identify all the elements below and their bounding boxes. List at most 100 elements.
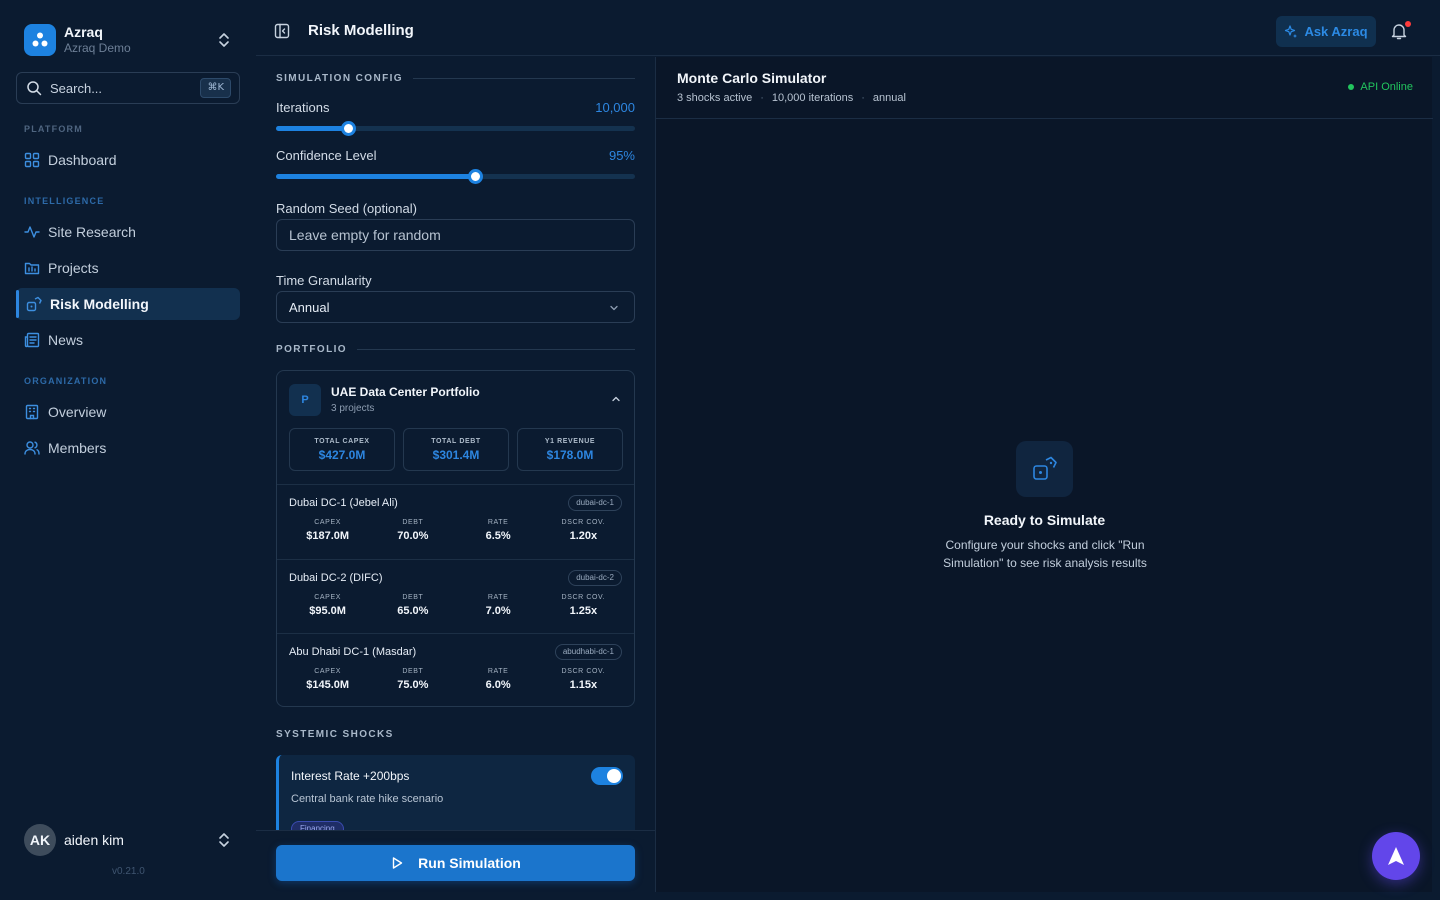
- simulator-title: Monte Carlo Simulator: [677, 70, 827, 86]
- api-status: API Online: [1348, 81, 1413, 93]
- newspaper-icon: [24, 332, 40, 348]
- ask-azraq-label: Ask Azraq: [1304, 24, 1368, 39]
- sidebar-item-overview[interactable]: Overview: [16, 396, 240, 428]
- org-subtitle: Azraq Demo: [64, 41, 131, 55]
- debt-value: 65.0%: [397, 605, 429, 617]
- dice-icon: [26, 296, 42, 312]
- sidebar-item-label: Members: [48, 440, 107, 456]
- chevron-up-icon[interactable]: [610, 393, 622, 405]
- sidebar-item-site-research[interactable]: Site Research: [16, 216, 240, 248]
- confidence-label: Confidence Level: [276, 148, 377, 163]
- simulator-header: Monte Carlo Simulator 3 shocks active · …: [656, 57, 1433, 119]
- project-row[interactable]: Dubai DC-2 (DIFC) dubai-dc-2 CAPEX $95.0M…: [277, 559, 634, 633]
- stat-value: $178.0M: [546, 447, 594, 462]
- shock-toggle[interactable]: [591, 767, 623, 785]
- project-stats: CAPEX $145.0M DEBT 75.0% RATE 6.0% DSCR COV…: [285, 668, 626, 691]
- simulator-panel: Monte Carlo Simulator 3 shocks active · …: [655, 57, 1433, 892]
- rate-value: 6.5%: [485, 530, 511, 542]
- project-name: Dubai DC-2 (DIFC): [289, 572, 383, 584]
- seed-input[interactable]: [289, 227, 589, 243]
- project-stats: CAPEX $187.0M DEBT 70.0% RATE 6.5% DSCR COV…: [285, 519, 626, 542]
- section-header-systemic-shocks: SYSTEMIC SHOCKS: [276, 729, 635, 740]
- confidence-slider[interactable]: [276, 169, 635, 184]
- rate-label: RATE: [487, 519, 509, 526]
- seed-field[interactable]: [276, 219, 635, 251]
- seed-label: Random Seed (optional): [276, 201, 417, 216]
- project-row[interactable]: Abu Dhabi DC-1 (Masdar) abudhabi-dc-1 CA…: [277, 633, 634, 706]
- slider-thumb[interactable]: [340, 121, 356, 136]
- sidebar-item-projects[interactable]: Projects: [16, 252, 240, 284]
- iterations-count: 10,000 iterations: [771, 92, 854, 104]
- sidebar-item-members[interactable]: Members: [16, 432, 240, 464]
- stat-y1-revenue: Y1 REVENUE $178.0M: [517, 428, 623, 471]
- dscr-label: DSCR COV.: [561, 519, 606, 526]
- search-input[interactable]: Search... ⌘K: [16, 72, 240, 104]
- sparkles-icon: [1285, 24, 1298, 38]
- stat-value: $301.4M: [432, 447, 480, 462]
- folder-chart-icon: [24, 262, 40, 275]
- user-menu[interactable]: AK aiden kim: [16, 822, 240, 858]
- sidebar-item-label: Dashboard: [48, 152, 117, 168]
- org-switcher[interactable]: Azraq Azraq Demo: [16, 16, 240, 64]
- shock-category-badge: Financing: [291, 821, 344, 830]
- sidebar-item-dashboard[interactable]: Dashboard: [16, 144, 240, 176]
- dice-icon: [1032, 456, 1057, 480]
- portfolio-project-count: 3 projects: [331, 403, 375, 414]
- debt-label: DEBT: [402, 594, 424, 601]
- shock-card[interactable]: Interest Rate +200bps Central bank rate …: [276, 755, 635, 830]
- capex-label: CAPEX: [314, 519, 341, 526]
- capex-value: $145.0M: [306, 679, 350, 691]
- notification-badge: [1405, 21, 1411, 27]
- project-tag: dubai-dc-2: [568, 570, 622, 586]
- granularity-select[interactable]: Annual: [276, 291, 635, 323]
- dscr-label: DSCR COV.: [561, 594, 606, 601]
- capex-value: $187.0M: [306, 530, 350, 542]
- play-icon: [392, 857, 403, 869]
- org-name: Azraq: [64, 24, 103, 40]
- nav-section-organization: ORGANIZATION: [24, 376, 108, 386]
- building-icon: [25, 404, 39, 420]
- sidebar-item-risk-modelling[interactable]: Risk Modelling: [16, 288, 240, 320]
- sidebar-item-news[interactable]: News: [16, 324, 240, 356]
- assistant-fab-button[interactable]: [1372, 832, 1420, 880]
- user-name: aiden kim: [64, 832, 124, 848]
- debt-value: 70.0%: [397, 530, 429, 542]
- ask-azraq-button[interactable]: Ask Azraq: [1276, 16, 1376, 47]
- section-title: PORTFOLIO: [276, 344, 347, 355]
- project-stats: CAPEX $95.0M DEBT 65.0% RATE 7.0% DSCR COV.…: [285, 594, 626, 617]
- stat-value: $427.0M: [318, 447, 366, 462]
- debt-label: DEBT: [402, 668, 424, 675]
- project-tag: abudhabi-dc-1: [554, 644, 622, 660]
- slider-thumb[interactable]: [467, 169, 483, 184]
- shock-description: Central bank rate hike scenario: [291, 793, 444, 805]
- separator: ·: [861, 92, 865, 104]
- slider-fill: [276, 126, 348, 131]
- empty-state-icon: [1016, 441, 1073, 497]
- shock-title: Interest Rate +200bps: [291, 769, 410, 783]
- stat-label: TOTAL DEBT: [431, 437, 481, 445]
- dscr-value: 1.20x: [569, 530, 598, 542]
- iterations-slider[interactable]: [276, 121, 635, 136]
- dscr-label: DSCR COV.: [561, 668, 606, 675]
- capex-label: CAPEX: [314, 668, 341, 675]
- portfolio-avatar: P: [289, 384, 321, 416]
- azraq-logo-icon: [24, 24, 56, 56]
- run-simulation-button[interactable]: Run Simulation: [276, 845, 635, 881]
- rate-value: 6.0%: [485, 679, 511, 691]
- chevron-up-down-icon: [219, 33, 229, 47]
- run-bar: Run Simulation: [256, 830, 655, 900]
- rate-value: 7.0%: [485, 605, 511, 617]
- portfolio-card: P UAE Data Center Portfolio 3 projects T…: [276, 370, 635, 707]
- sidebar-toggle-icon[interactable]: [274, 23, 290, 39]
- sidebar-item-label: Overview: [48, 404, 107, 420]
- search-placeholder: Search...: [50, 80, 103, 96]
- run-simulation-label: Run Simulation: [418, 855, 521, 871]
- empty-state-title: Ready to Simulate: [983, 512, 1106, 528]
- project-row[interactable]: Dubai DC-1 (Jebel Ali) dubai-dc-1 CAPEX $…: [277, 484, 634, 558]
- nav-section-intelligence: INTELLIGENCE: [24, 196, 105, 206]
- empty-state-description: Configure your shocks and click "Run Sim…: [943, 538, 1147, 570]
- portfolio-name: UAE Data Center Portfolio: [331, 385, 480, 399]
- capex-label: CAPEX: [314, 594, 341, 601]
- grid-icon: [24, 152, 40, 168]
- iterations-label: Iterations: [276, 100, 330, 115]
